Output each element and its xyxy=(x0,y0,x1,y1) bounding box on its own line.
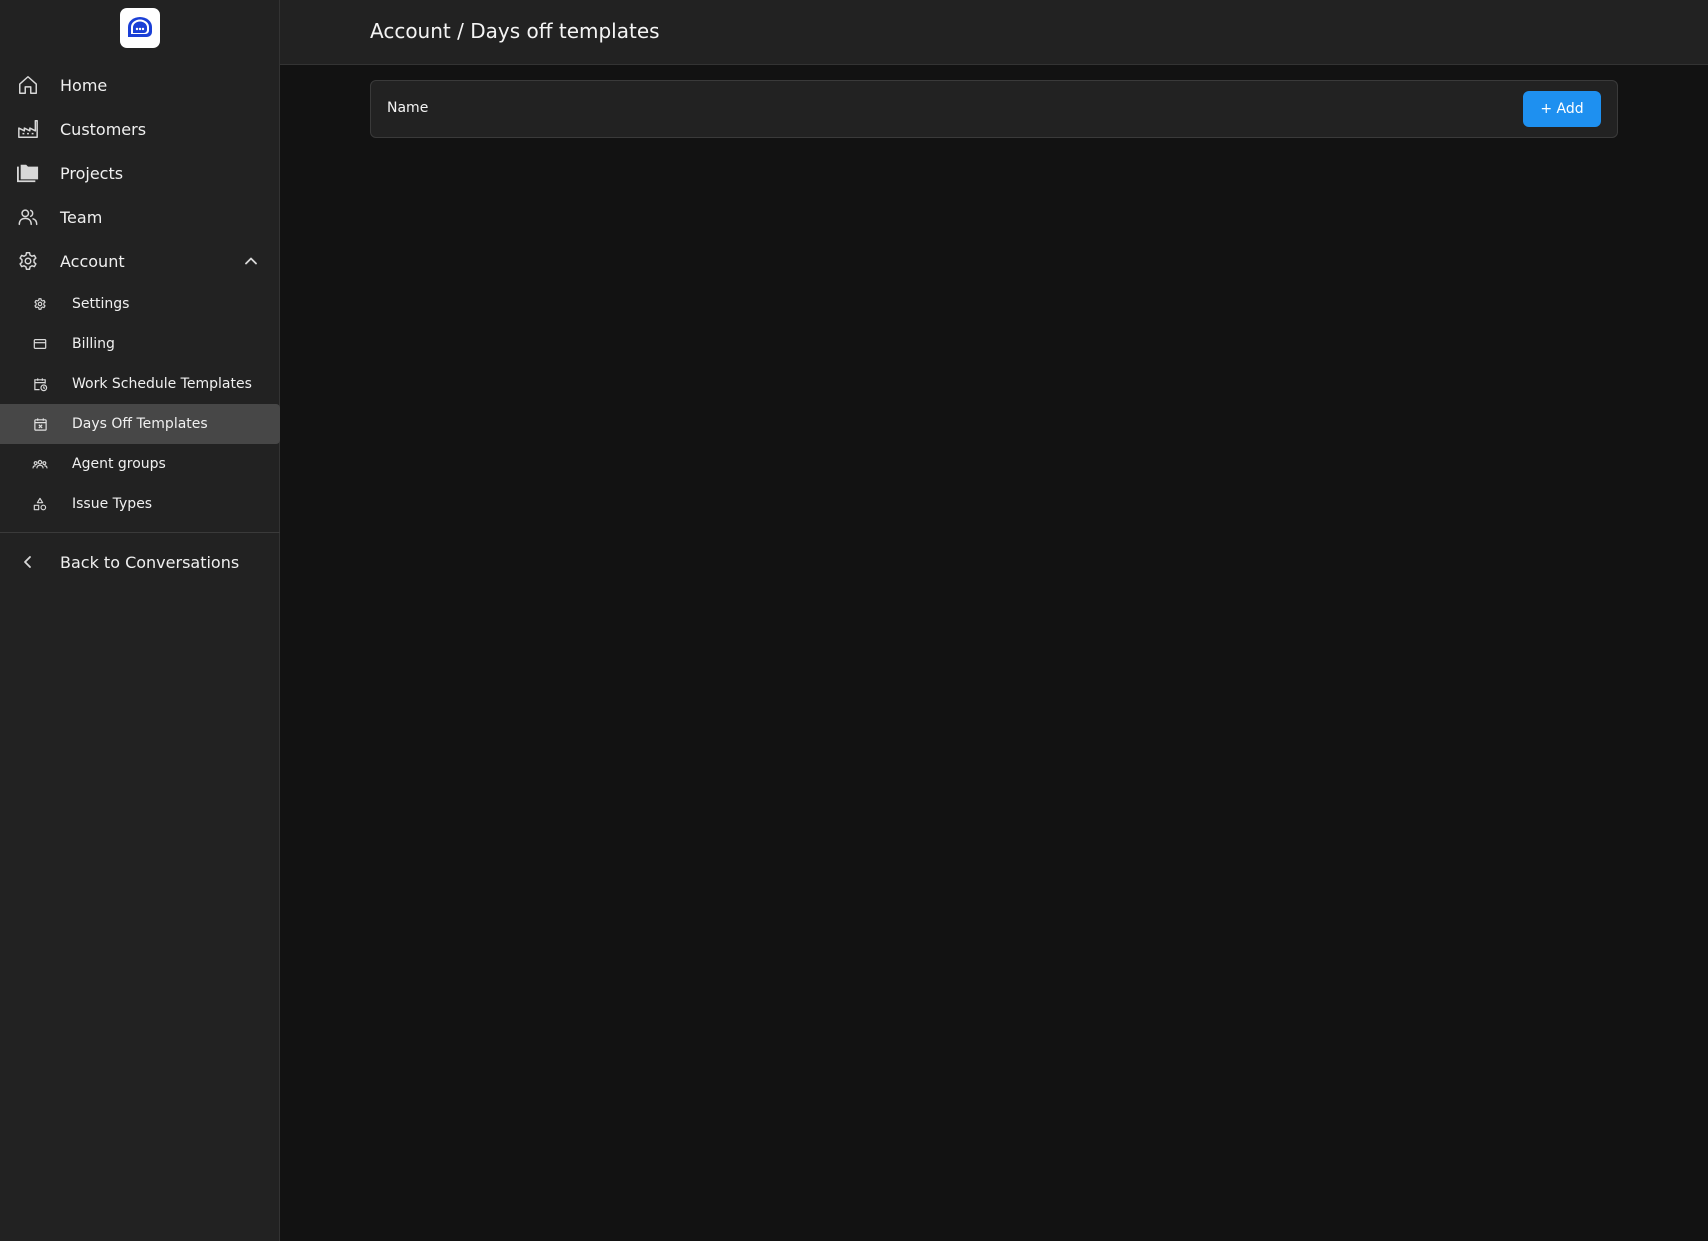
credit-card-icon xyxy=(32,336,48,352)
sidebar-item-label: Team xyxy=(60,207,103,227)
users-icon xyxy=(16,205,40,229)
sidebar-divider xyxy=(0,532,280,533)
sidebar-item-team[interactable]: Team xyxy=(0,197,280,237)
shapes-icon xyxy=(32,496,48,512)
back-to-conversations-label: Back to Conversations xyxy=(60,552,240,572)
sidebar-subitem-label: Days Off Templates xyxy=(72,416,208,432)
days-off-templates-table: Name + Add xyxy=(370,80,1618,138)
chat-bubble-logo-icon xyxy=(128,17,152,37)
sidebar-subitem-agent-groups[interactable]: Agent groups xyxy=(0,444,280,484)
sidebar-item-label: Home xyxy=(60,75,108,95)
add-button[interactable]: + Add xyxy=(1523,91,1601,127)
factory-icon xyxy=(16,117,40,141)
sidebar-item-customers[interactable]: Customers xyxy=(0,109,280,149)
sidebar-subitem-label: Agent groups xyxy=(72,456,166,472)
chevron-left-icon xyxy=(16,550,40,574)
column-header-name: Name xyxy=(387,100,429,116)
chevron-up-icon[interactable] xyxy=(242,252,260,270)
calendar-x-icon xyxy=(32,416,48,432)
sidebar-subitem-issue-types[interactable]: Issue Types xyxy=(0,484,280,524)
sidebar-subitem-days-off-templates[interactable]: Days Off Templates xyxy=(0,404,280,444)
sidebar: Home Customers Projects Team Account Set… xyxy=(0,0,280,1241)
sidebar-subitem-label: Settings xyxy=(72,296,130,312)
gear-small-icon xyxy=(32,296,48,312)
back-to-conversations-link[interactable]: Back to Conversations xyxy=(0,542,280,582)
sidebar-item-projects[interactable]: Projects xyxy=(0,153,280,193)
gear-icon xyxy=(16,249,40,273)
sidebar-subitem-settings[interactable]: Settings xyxy=(0,284,280,324)
sidebar-subitem-work-schedule-templates[interactable]: Work Schedule Templates xyxy=(0,364,280,404)
page-header: Account / Days off templates xyxy=(280,0,1708,65)
calendar-clock-icon xyxy=(32,376,48,392)
sidebar-item-account[interactable]: Account xyxy=(0,241,280,281)
sidebar-subitem-label: Billing xyxy=(72,336,115,352)
sidebar-item-label: Projects xyxy=(60,163,124,183)
sidebar-subitem-label: Work Schedule Templates xyxy=(72,376,252,392)
users-group-icon xyxy=(32,456,48,472)
sidebar-item-label: Customers xyxy=(60,119,147,139)
home-icon xyxy=(16,73,40,97)
sidebar-item-label: Account xyxy=(60,251,125,271)
folders-icon xyxy=(16,161,40,185)
sidebar-subitem-billing[interactable]: Billing xyxy=(0,324,280,364)
sidebar-item-home[interactable]: Home xyxy=(0,65,280,105)
app-logo[interactable] xyxy=(120,8,160,48)
page-title: Account / Days off templates xyxy=(370,19,660,43)
sidebar-subitem-label: Issue Types xyxy=(72,496,153,512)
